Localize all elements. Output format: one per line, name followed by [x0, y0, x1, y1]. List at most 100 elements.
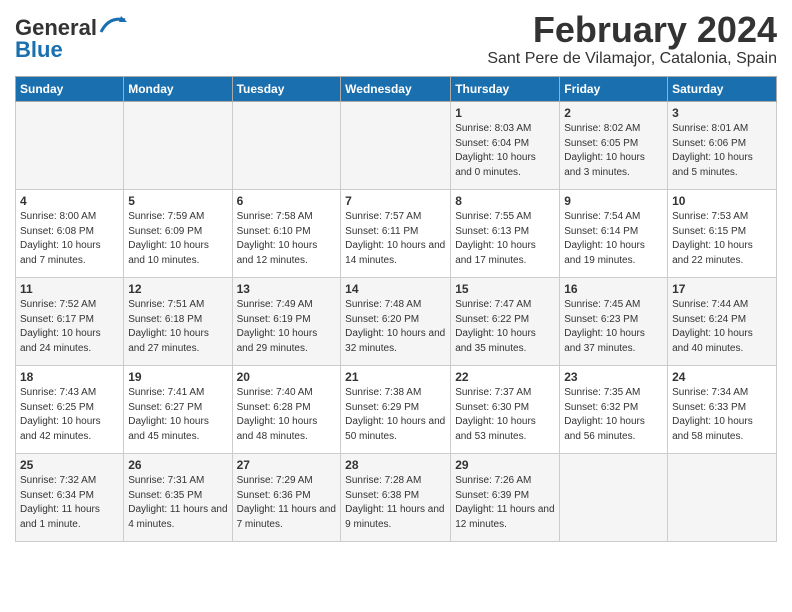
calendar-cell: 20Sunrise: 7:40 AMSunset: 6:28 PMDayligh… [232, 365, 341, 453]
day-number: 17 [672, 281, 772, 298]
calendar-cell: 28Sunrise: 7:28 AMSunset: 6:38 PMDayligh… [341, 453, 451, 541]
calendar-week-4: 18Sunrise: 7:43 AMSunset: 6:25 PMDayligh… [16, 365, 777, 453]
day-number: 22 [455, 369, 555, 386]
logo-blue: Blue [15, 37, 63, 63]
header-thursday: Thursday [451, 76, 560, 101]
day-number: 3 [672, 105, 772, 122]
calendar-cell: 19Sunrise: 7:41 AMSunset: 6:27 PMDayligh… [124, 365, 232, 453]
day-info: Sunrise: 7:47 AMSunset: 6:22 PMDaylight:… [455, 298, 555, 356]
day-number: 19 [128, 369, 227, 386]
day-info: Sunrise: 7:52 AMSunset: 6:17 PMDaylight:… [20, 298, 119, 356]
calendar-cell: 18Sunrise: 7:43 AMSunset: 6:25 PMDayligh… [16, 365, 124, 453]
day-number: 4 [20, 193, 119, 210]
title-section: February 2024 Sant Pere de Vilamajor, Ca… [487, 10, 777, 68]
calendar-cell [16, 101, 124, 189]
calendar-cell: 1Sunrise: 8:03 AMSunset: 6:04 PMDaylight… [451, 101, 560, 189]
day-number: 9 [564, 193, 663, 210]
logo: General Blue [15, 15, 127, 63]
month-title: February 2024 [487, 10, 777, 50]
day-info: Sunrise: 7:34 AMSunset: 6:33 PMDaylight:… [672, 386, 772, 444]
calendar-week-1: 1Sunrise: 8:03 AMSunset: 6:04 PMDaylight… [16, 101, 777, 189]
calendar-cell: 14Sunrise: 7:48 AMSunset: 6:20 PMDayligh… [341, 277, 451, 365]
calendar-cell [232, 101, 341, 189]
calendar-cell: 6Sunrise: 7:58 AMSunset: 6:10 PMDaylight… [232, 189, 341, 277]
calendar-cell: 25Sunrise: 7:32 AMSunset: 6:34 PMDayligh… [16, 453, 124, 541]
calendar-table: SundayMondayTuesdayWednesdayThursdayFrid… [15, 76, 777, 542]
day-info: Sunrise: 7:38 AMSunset: 6:29 PMDaylight:… [345, 386, 446, 444]
day-number: 28 [345, 457, 446, 474]
calendar-cell: 24Sunrise: 7:34 AMSunset: 6:33 PMDayligh… [668, 365, 777, 453]
day-number: 25 [20, 457, 119, 474]
day-number: 18 [20, 369, 119, 386]
calendar-body: 1Sunrise: 8:03 AMSunset: 6:04 PMDaylight… [16, 101, 777, 541]
day-number: 1 [455, 105, 555, 122]
day-info: Sunrise: 7:35 AMSunset: 6:32 PMDaylight:… [564, 386, 663, 444]
calendar-cell: 2Sunrise: 8:02 AMSunset: 6:05 PMDaylight… [560, 101, 668, 189]
day-info: Sunrise: 7:44 AMSunset: 6:24 PMDaylight:… [672, 298, 772, 356]
day-info: Sunrise: 7:53 AMSunset: 6:15 PMDaylight:… [672, 210, 772, 268]
calendar-cell: 22Sunrise: 7:37 AMSunset: 6:30 PMDayligh… [451, 365, 560, 453]
location-title: Sant Pere de Vilamajor, Catalonia, Spain [487, 50, 777, 68]
calendar-cell: 10Sunrise: 7:53 AMSunset: 6:15 PMDayligh… [668, 189, 777, 277]
day-info: Sunrise: 7:57 AMSunset: 6:11 PMDaylight:… [345, 210, 446, 268]
day-number: 29 [455, 457, 555, 474]
day-number: 5 [128, 193, 227, 210]
day-info: Sunrise: 7:55 AMSunset: 6:13 PMDaylight:… [455, 210, 555, 268]
calendar-cell: 8Sunrise: 7:55 AMSunset: 6:13 PMDaylight… [451, 189, 560, 277]
calendar-cell: 13Sunrise: 7:49 AMSunset: 6:19 PMDayligh… [232, 277, 341, 365]
calendar-cell: 23Sunrise: 7:35 AMSunset: 6:32 PMDayligh… [560, 365, 668, 453]
header-saturday: Saturday [668, 76, 777, 101]
day-info: Sunrise: 7:32 AMSunset: 6:34 PMDaylight:… [20, 474, 119, 532]
day-info: Sunrise: 7:37 AMSunset: 6:30 PMDaylight:… [455, 386, 555, 444]
day-number: 11 [20, 281, 119, 298]
day-number: 2 [564, 105, 663, 122]
day-number: 13 [237, 281, 337, 298]
header: General Blue February 2024 Sant Pere de … [15, 10, 777, 68]
day-info: Sunrise: 7:59 AMSunset: 6:09 PMDaylight:… [128, 210, 227, 268]
logo-icon [99, 14, 127, 34]
calendar-cell: 9Sunrise: 7:54 AMSunset: 6:14 PMDaylight… [560, 189, 668, 277]
calendar-cell [124, 101, 232, 189]
header-tuesday: Tuesday [232, 76, 341, 101]
calendar-cell: 17Sunrise: 7:44 AMSunset: 6:24 PMDayligh… [668, 277, 777, 365]
day-info: Sunrise: 7:26 AMSunset: 6:39 PMDaylight:… [455, 474, 555, 532]
day-number: 16 [564, 281, 663, 298]
day-info: Sunrise: 8:01 AMSunset: 6:06 PMDaylight:… [672, 122, 772, 180]
calendar-cell [341, 101, 451, 189]
calendar-cell: 29Sunrise: 7:26 AMSunset: 6:39 PMDayligh… [451, 453, 560, 541]
calendar-cell: 15Sunrise: 7:47 AMSunset: 6:22 PMDayligh… [451, 277, 560, 365]
day-info: Sunrise: 7:49 AMSunset: 6:19 PMDaylight:… [237, 298, 337, 356]
day-number: 21 [345, 369, 446, 386]
day-info: Sunrise: 8:02 AMSunset: 6:05 PMDaylight:… [564, 122, 663, 180]
day-number: 27 [237, 457, 337, 474]
calendar-week-3: 11Sunrise: 7:52 AMSunset: 6:17 PMDayligh… [16, 277, 777, 365]
day-info: Sunrise: 7:28 AMSunset: 6:38 PMDaylight:… [345, 474, 446, 532]
calendar-week-2: 4Sunrise: 8:00 AMSunset: 6:08 PMDaylight… [16, 189, 777, 277]
day-info: Sunrise: 8:03 AMSunset: 6:04 PMDaylight:… [455, 122, 555, 180]
day-info: Sunrise: 7:48 AMSunset: 6:20 PMDaylight:… [345, 298, 446, 356]
day-info: Sunrise: 7:54 AMSunset: 6:14 PMDaylight:… [564, 210, 663, 268]
day-number: 7 [345, 193, 446, 210]
day-info: Sunrise: 7:31 AMSunset: 6:35 PMDaylight:… [128, 474, 227, 532]
header-wednesday: Wednesday [341, 76, 451, 101]
day-number: 23 [564, 369, 663, 386]
header-friday: Friday [560, 76, 668, 101]
day-info: Sunrise: 7:45 AMSunset: 6:23 PMDaylight:… [564, 298, 663, 356]
day-number: 24 [672, 369, 772, 386]
day-number: 10 [672, 193, 772, 210]
calendar-cell: 27Sunrise: 7:29 AMSunset: 6:36 PMDayligh… [232, 453, 341, 541]
day-info: Sunrise: 7:40 AMSunset: 6:28 PMDaylight:… [237, 386, 337, 444]
day-info: Sunrise: 7:58 AMSunset: 6:10 PMDaylight:… [237, 210, 337, 268]
calendar-cell: 16Sunrise: 7:45 AMSunset: 6:23 PMDayligh… [560, 277, 668, 365]
day-info: Sunrise: 7:43 AMSunset: 6:25 PMDaylight:… [20, 386, 119, 444]
calendar-cell [668, 453, 777, 541]
day-number: 6 [237, 193, 337, 210]
header-monday: Monday [124, 76, 232, 101]
calendar-cell: 7Sunrise: 7:57 AMSunset: 6:11 PMDaylight… [341, 189, 451, 277]
calendar-cell: 5Sunrise: 7:59 AMSunset: 6:09 PMDaylight… [124, 189, 232, 277]
day-number: 14 [345, 281, 446, 298]
day-info: Sunrise: 7:41 AMSunset: 6:27 PMDaylight:… [128, 386, 227, 444]
calendar-week-5: 25Sunrise: 7:32 AMSunset: 6:34 PMDayligh… [16, 453, 777, 541]
calendar-header-row: SundayMondayTuesdayWednesdayThursdayFrid… [16, 76, 777, 101]
day-info: Sunrise: 8:00 AMSunset: 6:08 PMDaylight:… [20, 210, 119, 268]
